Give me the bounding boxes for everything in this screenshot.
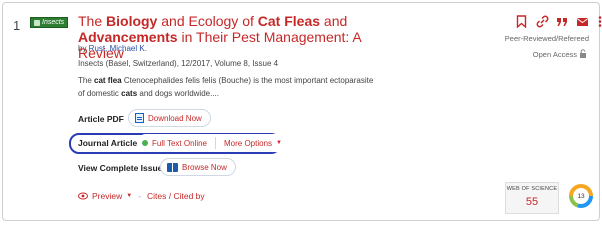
web-of-science-citations[interactable]: WEB OF SCIENCE 55 xyxy=(505,182,559,214)
view-complete-issue-label: View Complete Issue xyxy=(78,163,163,173)
online-status-dot-icon xyxy=(142,140,148,146)
wos-citation-count: 55 xyxy=(525,196,539,208)
preview-button[interactable]: Preview xyxy=(92,191,122,201)
browse-now-button[interactable]: Browse Now xyxy=(160,158,236,176)
authors-line: by Rust, Michael K. xyxy=(78,44,147,53)
access-options-group: Full Text Online More Options ▼ xyxy=(137,134,291,152)
journal-thumb-text: Insects xyxy=(42,19,65,26)
snippet-highlight: cat flea xyxy=(94,76,122,85)
title-part: and xyxy=(320,13,348,29)
bookmark-icon[interactable] xyxy=(516,15,528,29)
search-result-card: 1 Insects The Biology and Ecology of Cat… xyxy=(2,2,602,221)
open-lock-icon xyxy=(579,49,587,60)
altmetric-score: 13 xyxy=(573,188,589,204)
pdf-icon xyxy=(135,113,144,123)
permalink-icon[interactable] xyxy=(536,15,549,28)
title-highlight: Advancements xyxy=(78,29,178,45)
open-access-indicator: Open Access xyxy=(533,49,587,60)
snippet-part: and dogs worldwide.... xyxy=(137,89,219,98)
download-now-label: Download Now xyxy=(148,113,202,123)
journal-article-label: Journal Article xyxy=(78,138,138,148)
full-text-online-link[interactable]: Full Text Online xyxy=(152,139,207,148)
authors-prefix: by xyxy=(78,44,89,53)
snippet-part: The xyxy=(78,76,95,85)
journal-logo-icon xyxy=(34,19,40,26)
result-actions: Preview ▼ - Cites / Cited by xyxy=(78,191,205,201)
source-citation: Insects (Basel, Switzerland), 12/2017, V… xyxy=(78,59,279,68)
more-menu-icon[interactable] xyxy=(596,15,602,28)
author-link[interactable]: Rust, Michael K. xyxy=(89,44,147,53)
result-title-link[interactable]: The Biology and Ecology of Cat Fleas and… xyxy=(78,13,408,61)
separator: - xyxy=(138,191,142,201)
chevron-down-icon: ▼ xyxy=(276,140,282,146)
abstract-snippet: The cat flea Ctenocephalides felis felis… xyxy=(78,74,378,100)
chevron-down-icon: ▼ xyxy=(126,193,133,199)
title-highlight: Cat Fleas xyxy=(257,13,321,29)
browse-now-label: Browse Now xyxy=(182,162,227,172)
title-highlight: Biology xyxy=(106,13,158,29)
cite-quote-icon[interactable] xyxy=(556,15,568,28)
journal-cover-thumbnail[interactable]: Insects xyxy=(30,17,68,28)
peer-reviewed-label: Peer-Reviewed/Refereed xyxy=(504,34,589,43)
more-options-button[interactable]: More Options xyxy=(224,139,272,148)
result-number: 1 xyxy=(13,18,21,33)
wos-label: WEB OF SCIENCE xyxy=(506,186,558,192)
open-book-icon xyxy=(167,162,178,172)
divider xyxy=(215,137,216,149)
title-part: and Ecology of xyxy=(157,13,258,29)
article-pdf-label: Article PDF xyxy=(78,114,124,124)
cites-cited-by-link[interactable]: Cites / Cited by xyxy=(147,191,205,201)
email-icon[interactable] xyxy=(576,15,589,28)
result-toolbar xyxy=(516,15,602,29)
snippet-highlight: cats xyxy=(121,89,138,98)
open-access-label: Open Access xyxy=(532,50,577,59)
altmetric-badge-icon[interactable]: 13 xyxy=(569,184,593,208)
download-now-button[interactable]: Download Now xyxy=(128,109,211,127)
preview-eye-icon xyxy=(78,191,88,201)
title-part: The xyxy=(78,13,107,29)
